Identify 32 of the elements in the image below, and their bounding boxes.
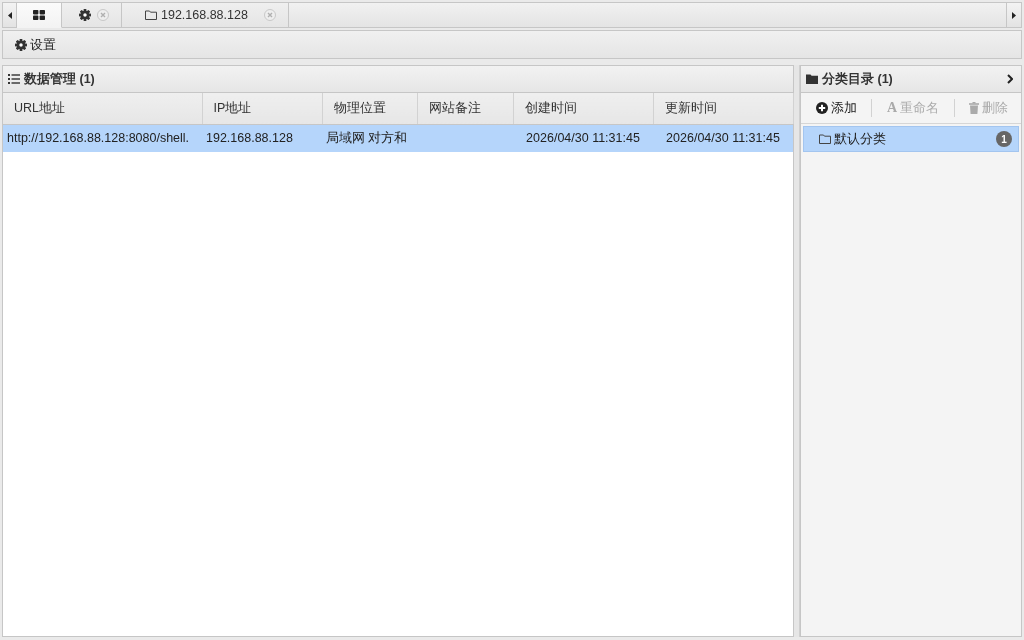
panel-title: 数据管理 (1) bbox=[24, 70, 95, 88]
folder-icon bbox=[806, 74, 818, 84]
table-row[interactable]: http://192.168.88.128:8080/shell. 192.168.88.128 局域网 对方和 2026/04/30 11:31:45 2026/04/30 11:31:45 bbox=[3, 124, 793, 152]
font-icon: A bbox=[886, 101, 898, 115]
table-cell: 2026/04/30 11:31:45 bbox=[526, 131, 640, 145]
column-header[interactable]: 物理位置 bbox=[322, 93, 417, 124]
list-icon bbox=[8, 74, 20, 84]
grid-icon bbox=[33, 10, 45, 20]
add-button[interactable]: 添加 bbox=[815, 97, 858, 119]
column-header[interactable]: URL地址 bbox=[3, 93, 202, 124]
caret-left-icon bbox=[7, 11, 12, 19]
chevron-right-icon[interactable] bbox=[1007, 74, 1013, 84]
column-header[interactable]: 网站备注 bbox=[417, 93, 513, 124]
table-cell: 2026/04/30 11:31:45 bbox=[666, 131, 780, 145]
tree-item[interactable]: 默认分类 1 bbox=[803, 126, 1019, 152]
settings-icon bbox=[15, 38, 27, 51]
folder-icon bbox=[819, 134, 831, 144]
plus-circle-icon bbox=[816, 102, 828, 114]
settings-button[interactable]: 设置 bbox=[13, 33, 58, 56]
caret-right-icon bbox=[1012, 11, 1016, 19]
trash-icon bbox=[969, 102, 979, 114]
column-header[interactable]: IP地址 bbox=[202, 93, 322, 124]
folder-icon bbox=[145, 10, 157, 20]
column-header[interactable]: 更新时间 bbox=[653, 93, 793, 124]
table-cell: 192.168.88.128 bbox=[206, 131, 293, 145]
table-cell: http://192.168.88.128:8080/shell. bbox=[7, 131, 190, 145]
count-badge: 1 bbox=[996, 131, 1012, 147]
gear-icon bbox=[79, 9, 91, 21]
tab[interactable] bbox=[17, 3, 62, 28]
column-header[interactable]: 创建时间 bbox=[513, 93, 653, 124]
panel-title: 分类目录 (1) bbox=[822, 70, 893, 88]
table-cell: 局域网 对方和 bbox=[326, 130, 408, 145]
